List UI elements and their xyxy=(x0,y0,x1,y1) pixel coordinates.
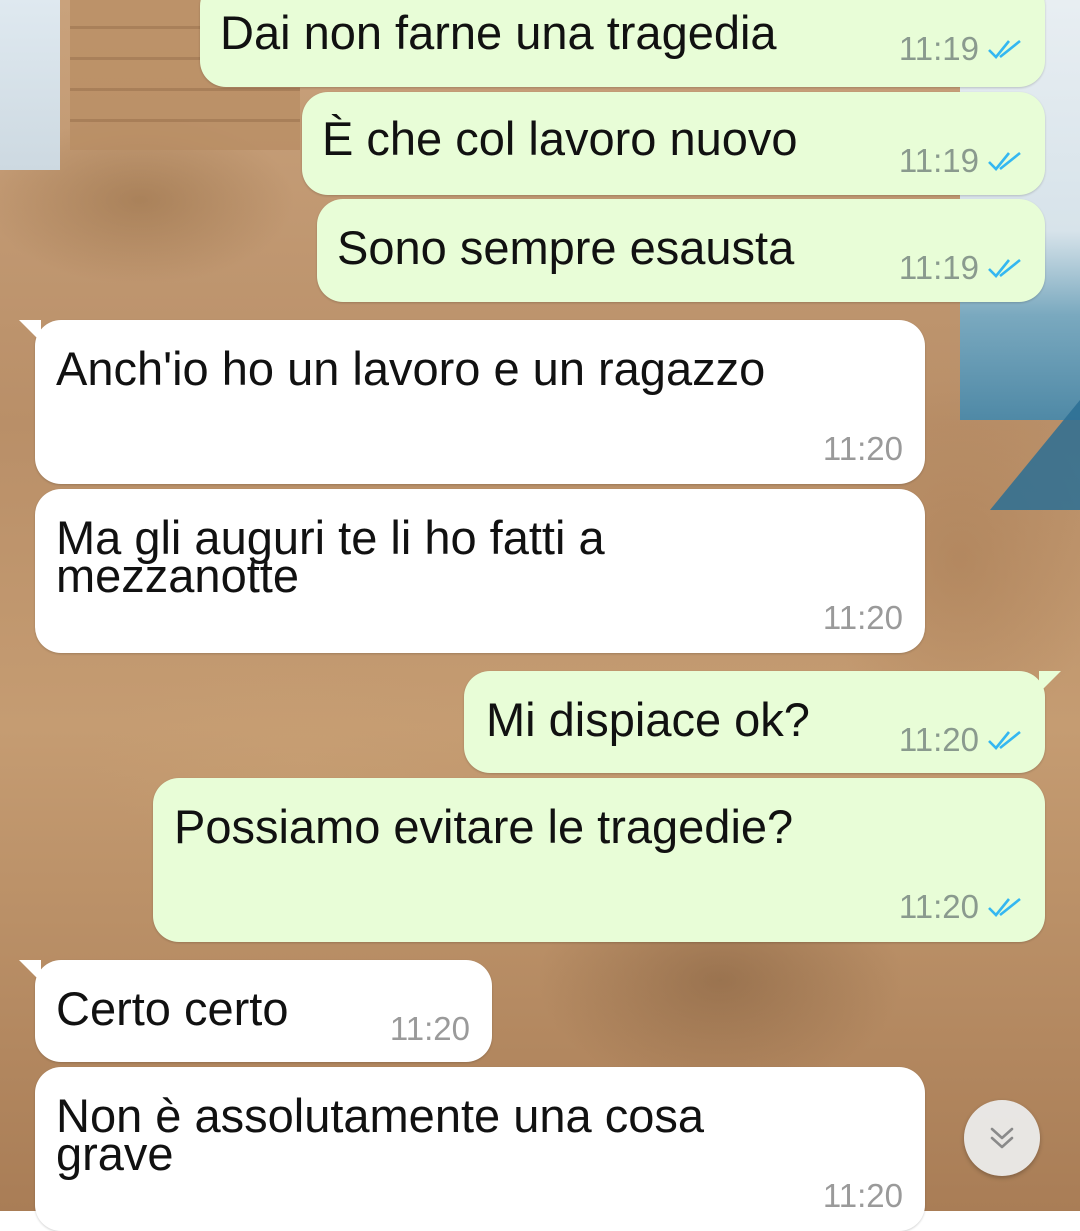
message-time: 11:20 xyxy=(822,599,903,636)
message-meta: 11:20 xyxy=(823,430,903,468)
message-text: Certo certo xyxy=(56,982,289,1035)
message-time: 11:19 xyxy=(898,249,979,286)
message-outgoing[interactable]: Mi dispiace ok? 11:20 xyxy=(464,671,1061,773)
message-meta: 11:19 xyxy=(899,249,1023,287)
message-time: 11:19 xyxy=(898,142,979,179)
message-time: 11:20 xyxy=(822,1177,903,1214)
chevron-double-down-icon xyxy=(990,1127,1014,1149)
message-incoming[interactable]: Certo certo 11:20 xyxy=(19,960,492,1062)
message-meta: 11:19 xyxy=(899,142,1023,180)
message-text: Non è assolutamente una cosa grave xyxy=(56,1089,704,1180)
message-incoming[interactable]: Anch'io ho un lavoro e un ragazzo 11:20 xyxy=(19,320,925,484)
message-time: 11:20 xyxy=(389,1010,470,1047)
message-time: 11:20 xyxy=(898,888,979,925)
message-outgoing[interactable]: Dai non farne una tragedia 11:19 xyxy=(200,0,1061,87)
message-outgoing[interactable]: È che col lavoro nuovo 11:19 xyxy=(302,92,1045,195)
message-meta: 11:20 xyxy=(899,721,1023,759)
double-check-icon xyxy=(988,151,1021,171)
message-meta: 11:20 xyxy=(390,1010,470,1048)
scroll-to-bottom-button[interactable] xyxy=(964,1100,1040,1176)
message-incoming[interactable]: Non è assolutamente una cosa grave 11:20 xyxy=(35,1067,925,1231)
message-text: Dai non farne una tragedia xyxy=(220,6,777,59)
message-meta: 11:19 xyxy=(899,30,1023,68)
double-check-icon xyxy=(988,897,1021,917)
message-text: Ma gli auguri te li ho fatti a mezzanott… xyxy=(56,511,605,602)
message-outgoing[interactable]: Sono sempre esausta 11:19 xyxy=(317,199,1045,302)
message-outgoing[interactable]: Possiamo evitare le tragedie? 11:20 xyxy=(153,778,1045,942)
message-meta: 11:20 xyxy=(899,888,1023,926)
message-incoming[interactable]: Ma gli auguri te li ho fatti a mezzanott… xyxy=(35,489,925,653)
message-time: 11:20 xyxy=(898,721,979,758)
message-text: È che col lavoro nuovo xyxy=(322,112,798,165)
message-time: 11:19 xyxy=(898,30,979,67)
message-text: Anch'io ho un lavoro e un ragazzo xyxy=(56,342,766,395)
double-check-icon xyxy=(988,730,1021,750)
double-check-icon xyxy=(988,258,1021,278)
double-check-icon xyxy=(988,39,1021,59)
message-list[interactable]: Dai non farne una tragedia 11:19 È che c… xyxy=(0,0,1080,1231)
message-time: 11:20 xyxy=(822,430,903,467)
message-meta: 11:20 xyxy=(823,599,903,637)
message-text: Mi dispiace ok? xyxy=(486,693,810,746)
message-meta: 11:20 xyxy=(823,1177,903,1215)
message-text: Sono sempre esausta xyxy=(337,221,795,274)
message-text: Possiamo evitare le tragedie? xyxy=(174,800,794,853)
